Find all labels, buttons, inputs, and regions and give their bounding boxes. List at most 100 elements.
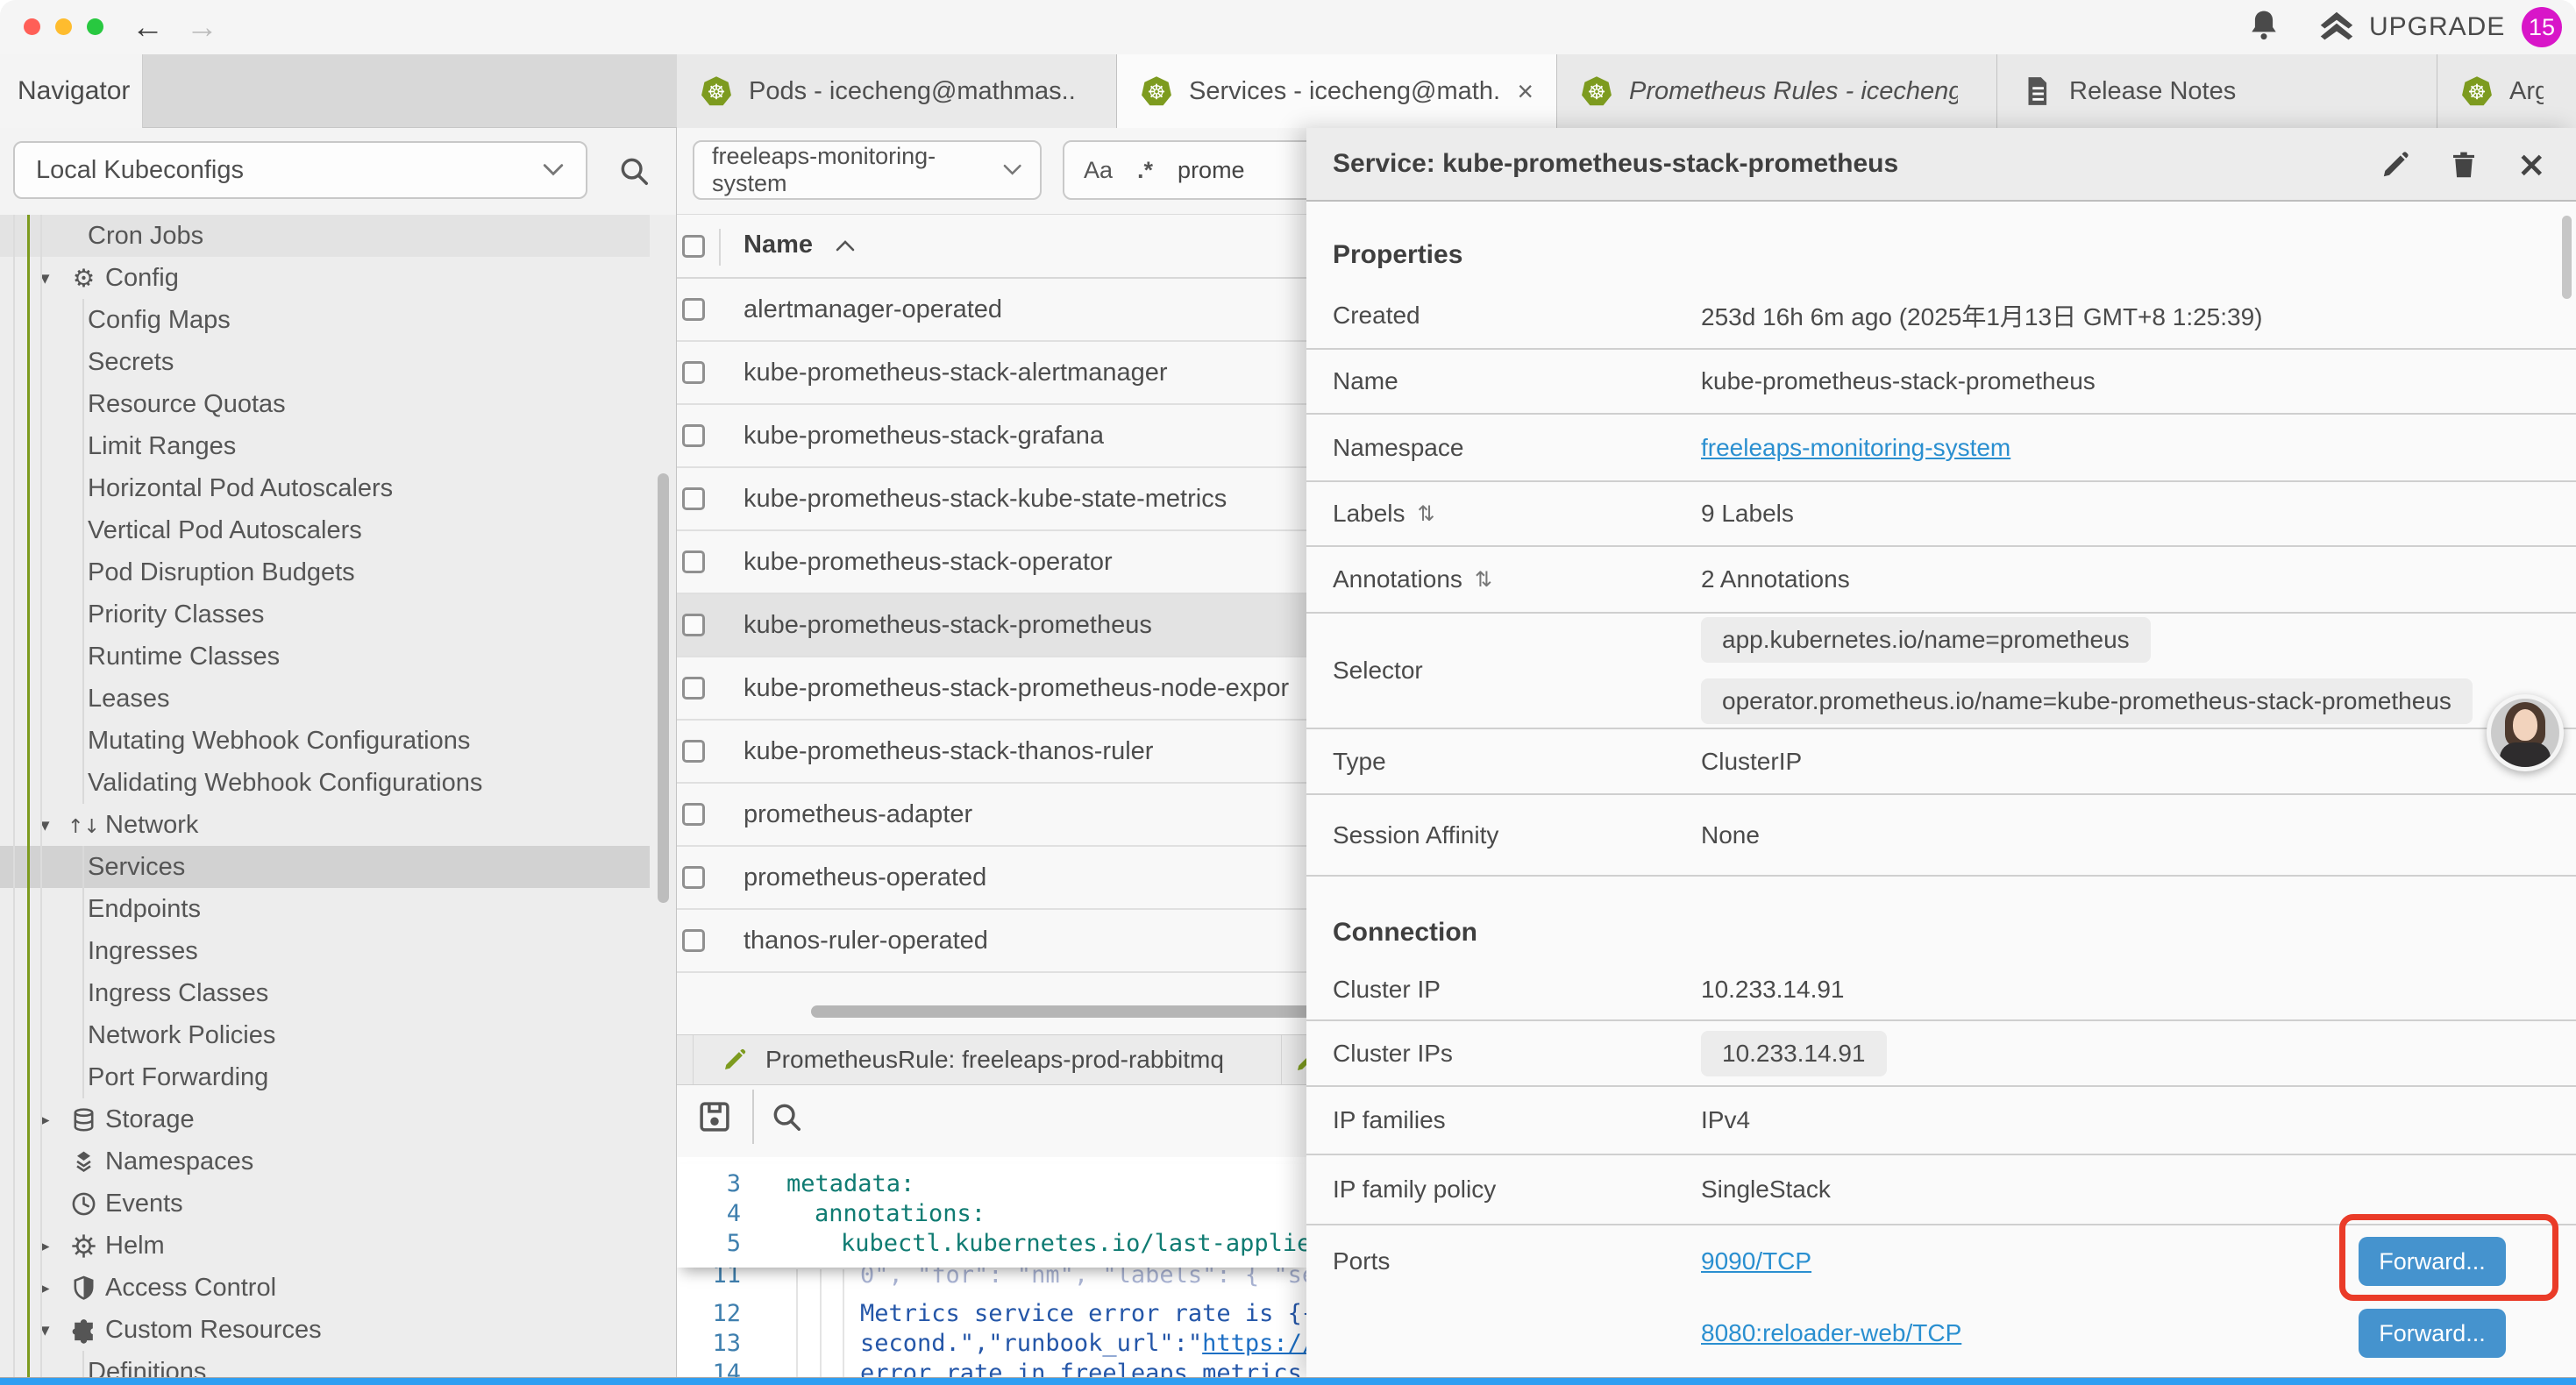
sidebar-item[interactable]: Definitions (0, 1351, 650, 1378)
namespace-link[interactable]: freeleaps-monitoring-system (1701, 434, 2010, 462)
editor-tab[interactable]: PrometheusRule: freeleaps-prod-rabbitmq (693, 1035, 1282, 1084)
sidebar-item[interactable]: ▾ Config (0, 257, 650, 299)
upgrade-button[interactable]: UPGRADE (2316, 0, 2505, 54)
sidebar-item[interactable]: Ingresses (0, 930, 650, 972)
window-zoom-button[interactable] (87, 18, 103, 35)
table-row[interactable]: kube-prometheus-stack-kube-state-metrics (677, 468, 1306, 531)
sidebar-item[interactable]: Runtime Classes (0, 636, 650, 678)
tab-navigator[interactable]: Navigator (0, 54, 143, 128)
table-row[interactable]: kube-prometheus-stack-grafana (677, 405, 1306, 468)
tree-chevron-icon[interactable]: ▸ (40, 1235, 70, 1257)
sidebar-item[interactable]: Validating Webhook Configurations (0, 762, 650, 804)
match-case-toggle[interactable]: Aa (1084, 157, 1113, 184)
property-value[interactable]: 9 Labels (1701, 500, 1794, 528)
sidebar-item[interactable]: ▸ Helm (0, 1225, 650, 1267)
sidebar-item[interactable]: Pod Disruption Budgets (0, 551, 650, 593)
window-minimize-button[interactable] (55, 18, 72, 35)
tab-close-icon[interactable]: × (1517, 75, 1534, 108)
select-all-checkbox[interactable] (682, 235, 705, 258)
sidebar-search-icon[interactable] (617, 154, 651, 188)
row-checkbox[interactable] (682, 487, 705, 510)
tree-chevron-icon[interactable]: ▾ (40, 267, 70, 289)
app-tab[interactable]: Release Notes (1997, 54, 2437, 128)
tree-chevron-icon[interactable]: ▾ (40, 814, 70, 836)
sidebar-item[interactable]: Port Forwarding (0, 1056, 650, 1098)
row-checkbox[interactable] (682, 866, 705, 889)
tree-chevron-icon[interactable]: ▸ (40, 1109, 70, 1131)
row-checkbox[interactable] (682, 803, 705, 826)
resource-search-input[interactable]: Aa .* prome (1063, 140, 1306, 200)
notification-count-badge[interactable]: 15 (2522, 7, 2562, 47)
table-row[interactable]: alertmanager-operated (677, 279, 1306, 342)
sidebar-scrollbar[interactable] (658, 473, 669, 903)
row-checkbox[interactable] (682, 361, 705, 384)
tree-chevron-icon[interactable]: ▸ (40, 1277, 70, 1299)
table-row[interactable]: thanos-ruler-operated (677, 910, 1306, 973)
close-icon[interactable]: × (2516, 149, 2546, 181)
row-checkbox[interactable] (682, 614, 705, 636)
sidebar-item[interactable]: Events (0, 1183, 650, 1225)
sort-ascending-icon[interactable] (835, 238, 856, 253)
sidebar-item[interactable]: ▾ Custom Resources (0, 1309, 650, 1351)
expand-sort-icon[interactable]: ⇅ (1418, 501, 1435, 526)
table-row[interactable]: kube-prometheus-stack-alertmanager (677, 342, 1306, 405)
expand-sort-icon[interactable]: ⇅ (1475, 567, 1492, 592)
table-row[interactable]: prometheus-operated (677, 847, 1306, 910)
regex-toggle[interactable]: .* (1137, 157, 1153, 184)
property-value[interactable]: 2 Annotations (1701, 565, 1850, 593)
tree-chevron-icon[interactable]: ▾ (40, 1319, 70, 1341)
row-checkbox[interactable] (682, 424, 705, 447)
table-row[interactable]: kube-prometheus-stack-prometheus-node-ex… (677, 657, 1306, 721)
code-link[interactable]: https://net (1202, 1329, 1306, 1359)
sidebar-item[interactable]: Ingress Classes (0, 972, 650, 1014)
row-checkbox[interactable] (682, 740, 705, 763)
delete-trash-icon[interactable] (2448, 149, 2480, 181)
app-tab[interactable]: Argo Se (2437, 54, 2576, 128)
sidebar-item[interactable]: Network Policies (0, 1014, 650, 1056)
row-checkbox[interactable] (682, 929, 705, 952)
edit-pencil-icon[interactable] (2380, 149, 2411, 181)
name-column-header[interactable]: Name (744, 231, 813, 259)
table-row[interactable]: prometheus-adapter (677, 784, 1306, 847)
sidebar-item[interactable]: Services (0, 846, 650, 888)
sidebar-item[interactable]: Secrets (0, 341, 650, 383)
sidebar-item[interactable]: Priority Classes (0, 593, 650, 636)
sidebar-item[interactable]: ▾ Network (0, 804, 650, 846)
save-icon[interactable] (696, 1098, 733, 1135)
horizontal-scrollbar[interactable] (811, 1005, 1306, 1018)
sidebar-item[interactable]: Mutating Webhook Configurations (0, 720, 650, 762)
table-row[interactable]: kube-prometheus-stack-prometheus (677, 594, 1306, 657)
app-tab[interactable]: Prometheus Rules - icecheng... (1557, 54, 1997, 128)
namespace-filter-select[interactable]: freeleaps-monitoring-system (693, 140, 1042, 200)
port-link[interactable]: 9090/TCP (1701, 1247, 1811, 1275)
app-tab[interactable]: Pods - icecheng@mathmas... (677, 54, 1117, 128)
forward-button[interactable]: → (186, 5, 218, 49)
table-row[interactable]: kube-prometheus-stack-thanos-ruler (677, 721, 1306, 784)
edit-pencil-icon[interactable] (1294, 1048, 1306, 1074)
table-row[interactable]: kube-prometheus-stack-operator (677, 531, 1306, 594)
app-tab[interactable]: Services - icecheng@math... × (1117, 54, 1557, 128)
sidebar-item[interactable]: ▸ Storage (0, 1098, 650, 1140)
row-checkbox[interactable] (682, 298, 705, 321)
sidebar-item[interactable]: Vertical Pod Autoscalers (0, 509, 650, 551)
forward-button[interactable]: Forward... (2359, 1309, 2506, 1358)
sidebar-item[interactable]: Cron Jobs (0, 215, 650, 257)
row-checkbox[interactable] (682, 677, 705, 700)
sidebar-item[interactable]: Leases (0, 678, 650, 720)
sidebar-item[interactable]: Endpoints (0, 888, 650, 930)
sidebar-item[interactable]: ▸ Access Control (0, 1267, 650, 1309)
notifications-bell-icon[interactable] (2245, 8, 2283, 46)
sidebar-item[interactable]: Horizontal Pod Autoscalers (0, 467, 650, 509)
kubeconfig-selector[interactable]: Local Kubeconfigs (13, 141, 587, 199)
sidebar-item[interactable]: Resource Quotas (0, 383, 650, 425)
row-checkbox[interactable] (682, 550, 705, 573)
window-close-button[interactable] (24, 18, 40, 35)
sidebar-item[interactable]: Namespaces (0, 1140, 650, 1183)
sidebar-item[interactable]: Config Maps (0, 299, 650, 341)
presenter-avatar[interactable] (2487, 694, 2564, 771)
port-link[interactable]: 8080:reloader-web/TCP (1701, 1319, 1961, 1347)
editor-search-icon[interactable] (770, 1100, 803, 1133)
yaml-editor[interactable]: 11 0", "for": "nm", "labels": { "service… (677, 1157, 1306, 1378)
back-button[interactable]: ← (132, 5, 164, 49)
sidebar-item[interactable]: Limit Ranges (0, 425, 650, 467)
